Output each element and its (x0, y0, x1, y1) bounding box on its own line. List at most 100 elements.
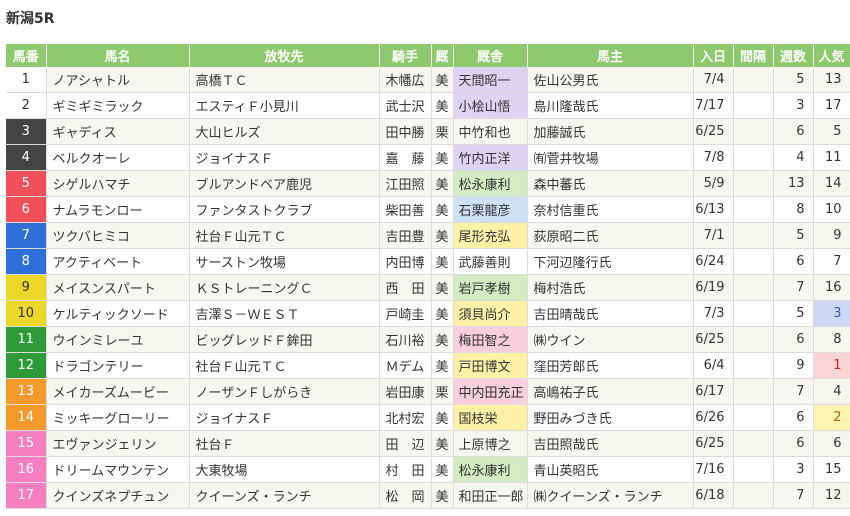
col-header-entry-date[interactable]: 入日 (693, 44, 734, 67)
farm-name: サーストン牧場 (189, 248, 380, 275)
table-row[interactable]: 13 メイカーズムービー ノーザンＦしがらき 岩田康栗中内田充正 高嶋祐子氏 6/17 7 4 (6, 378, 850, 405)
trainer-name: 中竹和也 (453, 118, 528, 145)
owner-name: 野田みづき氏 (527, 404, 694, 431)
horse-number: 1 (6, 67, 47, 93)
table-row[interactable]: 2 ギミギミラック エスティＦ小見川 武士沢美小桧山悟 島川隆哉氏 7/17 3 17 (6, 92, 850, 119)
owner-name: 加藤誠氏 (527, 118, 694, 145)
popularity: 8 (813, 326, 850, 353)
stable-location: 美 (431, 222, 454, 249)
table-row[interactable]: 12 ドラゴンテリー 社台Ｆ山元ＴＣ Ｍデム美戸田博文 窪田芳郎氏 6/4 9 1 (6, 352, 850, 379)
col-header-interval[interactable]: 間隔 (733, 44, 774, 67)
table-row[interactable]: 1 ノアシャトル 高橋ＴＣ 木幡広美天間昭一 佐山公男氏 7/4 5 13 (6, 67, 850, 93)
weeks-count: 6 (773, 404, 814, 431)
jockey-name: 内田博 (379, 248, 432, 275)
farm-name: 吉澤Ｓ－ＷＥＳＴ (189, 300, 380, 327)
horse-name[interactable]: ノアシャトル (46, 67, 190, 93)
table-row[interactable]: 17 クインズネプチュン クイーンズ・ランチ松 岡美和田正一郎 ㈱クイーンズ・ランチ 6… (6, 482, 850, 509)
weeks-count: 8 (773, 196, 814, 223)
popularity: 16 (813, 274, 850, 301)
table-row[interactable]: 5 シゲルハマチ ブルアンドベア鹿児 江田照美松永康利 森中蕃氏 5/9 13 14 (6, 170, 850, 197)
jockey-name: 武士沢 (379, 92, 432, 119)
horse-number: 4 (6, 144, 47, 171)
trainer-name: 梅田智之 (453, 326, 528, 353)
horse-name[interactable]: クインズネプチュン (46, 482, 190, 509)
entry-date: 6/17 (693, 378, 734, 405)
col-header-number[interactable]: 馬番 (6, 44, 47, 67)
interval (733, 67, 774, 93)
table-row[interactable]: 4 ベルクオーレ ジョイナスＦ 嘉 藤美竹内正洋 ㈲菅井牧場 7/8 4 11 (6, 144, 850, 171)
jockey-name: 北村宏 (379, 404, 432, 431)
weeks-count: 3 (773, 92, 814, 119)
entry-date: 7/4 (693, 67, 734, 93)
horse-name[interactable]: ウインミレーユ (46, 326, 190, 353)
jockey-name: 戸崎圭 (379, 300, 432, 327)
stable-location: 美 (431, 144, 454, 171)
entry-date: 6/25 (693, 118, 734, 145)
table-row[interactable]: 11 ウインミレーユ ビッグレッドＦ鉾田 石川裕美梅田智之 ㈱ウイン 6/25 6 8 (6, 326, 850, 353)
col-header-weeks[interactable]: 週数 (773, 44, 814, 67)
table-row[interactable]: 8 アクティベート サーストン牧場 内田博美武藤善則 下河辺隆行氏 6/24 6 7 (6, 248, 850, 275)
horse-name[interactable]: アクティベート (46, 248, 190, 275)
horse-name[interactable]: ベルクオーレ (46, 144, 190, 171)
popularity: 6 (813, 430, 850, 457)
table-row[interactable]: 10 ケルティックソード 吉澤Ｓ－ＷＥＳＴ 戸崎圭美須貝尚介 吉田晴哉氏 7/3 5 3 (6, 300, 850, 327)
owner-name: ㈱クイーンズ・ランチ (527, 482, 694, 509)
weeks-count: 7 (773, 378, 814, 405)
popularity: 5 (813, 118, 850, 145)
col-header-trainer[interactable]: 厩舎 (453, 44, 528, 67)
horse-name[interactable]: シゲルハマチ (46, 170, 190, 197)
weeks-count: 5 (773, 222, 814, 249)
popularity: 1 (813, 352, 850, 379)
horse-name[interactable]: ケルティックソード (46, 300, 190, 327)
col-header-jockey[interactable]: 騎手 (379, 44, 432, 67)
table-row[interactable]: 15 エヴァンジェリン 社台Ｆ 田 辺美上原博之 吉田照哉氏 6/25 6 6 (6, 430, 850, 457)
horse-name[interactable]: ギミギミラック (46, 92, 190, 119)
horse-number: 12 (6, 352, 47, 379)
horse-number: 6 (6, 196, 47, 223)
table-row[interactable]: 9 メイスンスパート ＫＳトレーニングＣ 西 田美岩戸孝樹 梅村浩氏 6/19 7 16 (6, 274, 850, 301)
trainer-name: 武藤善則 (453, 248, 528, 275)
horse-name[interactable]: ナムラモンロー (46, 196, 190, 223)
horse-name[interactable]: ドラゴンテリー (46, 352, 190, 379)
table-row[interactable]: 3 ギャディス 大山ヒルズ 田中勝栗中竹和也 加藤誠氏 6/25 6 5 (6, 118, 850, 145)
horse-name[interactable]: ドリームマウンテン (46, 456, 190, 483)
trainer-name: 小桧山悟 (453, 92, 528, 119)
weeks-count: 5 (773, 67, 814, 93)
farm-name: 高橋ＴＣ (189, 67, 380, 93)
trainer-name: 松永康利 (453, 170, 528, 197)
stable-location: 美 (431, 67, 454, 93)
popularity: 9 (813, 222, 850, 249)
popularity: 15 (813, 456, 850, 483)
popularity: 3 (813, 300, 850, 327)
horse-name[interactable]: ミッキーグローリー (46, 404, 190, 431)
owner-name: 荻原昭二氏 (527, 222, 694, 249)
col-header-location[interactable]: 厩 (431, 44, 454, 67)
owner-name: 佐山公男氏 (527, 67, 694, 93)
interval (733, 456, 774, 483)
farm-name: 大山ヒルズ (189, 118, 380, 145)
owner-name: 窪田芳郎氏 (527, 352, 694, 379)
stable-location: 美 (431, 248, 454, 275)
entry-date: 6/25 (693, 326, 734, 353)
col-header-horse-name[interactable]: 馬名 (46, 44, 190, 67)
table-row[interactable]: 6 ナムラモンロー ファンタストクラブ 柴田善美石栗龍彦 奈村信重氏 6/13 8 10 (6, 196, 850, 223)
owner-name: 吉田照哉氏 (527, 430, 694, 457)
col-header-popularity[interactable]: 人気 (813, 44, 850, 67)
col-header-owner[interactable]: 馬主 (527, 44, 694, 67)
col-header-farm[interactable]: 放牧先 (189, 44, 380, 67)
trainer-name: 岩戸孝樹 (453, 274, 528, 301)
horse-name[interactable]: メイカーズムービー (46, 378, 190, 405)
entry-date: 7/1 (693, 222, 734, 249)
horse-name[interactable]: エヴァンジェリン (46, 430, 190, 457)
horse-number: 11 (6, 326, 47, 353)
jockey-name: 嘉 藤 (379, 144, 432, 171)
table-row[interactable]: 16 ドリームマウンテン 大東牧場村 田美松永康利 青山英昭氏 7/16 3 15 (6, 456, 850, 483)
horse-name[interactable]: メイスンスパート (46, 274, 190, 301)
entry-date: 6/4 (693, 352, 734, 379)
horse-name[interactable]: ギャディス (46, 118, 190, 145)
table-row[interactable]: 7 ツクバヒミコ 社台Ｆ山元ＴＣ 吉田豊美尾形充弘 荻原昭二氏 7/1 5 9 (6, 222, 850, 249)
horse-name[interactable]: ツクバヒミコ (46, 222, 190, 249)
table-row[interactable]: 14 ミッキーグローリー ジョイナスＦ 北村宏美国枝栄 野田みづき氏 6/26 6 2 (6, 404, 850, 431)
farm-name: ノーザンＦしがらき (189, 378, 380, 405)
stable-location: 美 (431, 404, 454, 431)
